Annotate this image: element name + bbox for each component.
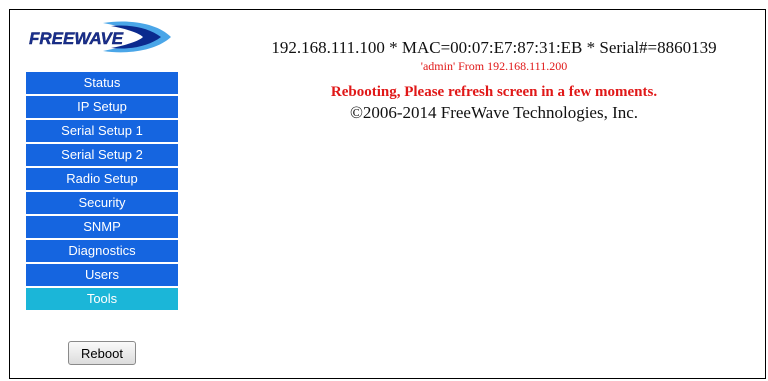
- sidebar-nav: Status IP Setup Serial Setup 1 Serial Se…: [26, 72, 178, 312]
- sidebar-item-tools[interactable]: Tools: [26, 288, 178, 310]
- sidebar-item-snmp[interactable]: SNMP: [26, 216, 178, 238]
- reboot-status-message: Rebooting, Please refresh screen in a fe…: [330, 84, 658, 100]
- sidebar-item-diagnostics[interactable]: Diagnostics: [26, 240, 178, 262]
- freewave-logo: FREEWAVE: [25, 17, 177, 57]
- sidebar-item-radio-setup[interactable]: Radio Setup: [26, 168, 178, 190]
- copyright-notice: ©2006-2014 FreeWave Technologies, Inc.: [349, 103, 639, 122]
- sidebar-item-ip-setup[interactable]: IP Setup: [26, 96, 178, 118]
- reboot-button[interactable]: Reboot: [68, 341, 136, 365]
- logo-wordmark: FREEWAVE: [29, 29, 124, 48]
- sidebar-item-status[interactable]: Status: [26, 72, 178, 94]
- main-content: 192.168.111.100 * MAC=00:07:E7:87:31:EB …: [224, 38, 764, 123]
- device-info: 192.168.111.100 * MAC=00:07:E7:87:31:EB …: [271, 38, 717, 57]
- sidebar-item-serial-setup-2[interactable]: Serial Setup 2: [26, 144, 178, 166]
- login-info: 'admin' From 192.168.111.200: [420, 59, 568, 73]
- sidebar-item-serial-setup-1[interactable]: Serial Setup 1: [26, 120, 178, 142]
- sidebar-item-security[interactable]: Security: [26, 192, 178, 214]
- sidebar-item-users[interactable]: Users: [26, 264, 178, 286]
